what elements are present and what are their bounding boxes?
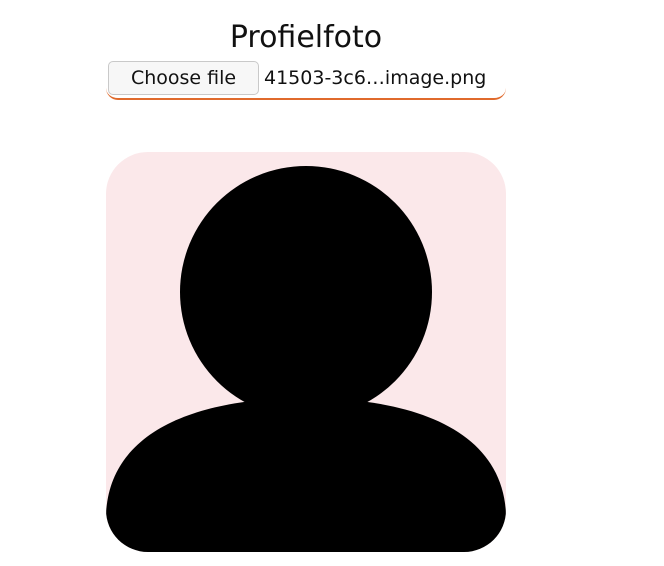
file-input[interactable]: Choose file 41503-3c6…image.png (106, 60, 506, 100)
page-title: Profielfoto (229, 20, 383, 55)
person-silhouette-icon (106, 152, 506, 552)
choose-file-button[interactable]: Choose file (108, 61, 259, 95)
selected-file-name: 41503-3c6…image.png (264, 67, 487, 89)
profile-photo-page: Profielfoto Choose file 41503-3c6…image.… (0, 0, 664, 566)
avatar-head (180, 166, 432, 418)
profile-photo-preview (106, 152, 506, 552)
